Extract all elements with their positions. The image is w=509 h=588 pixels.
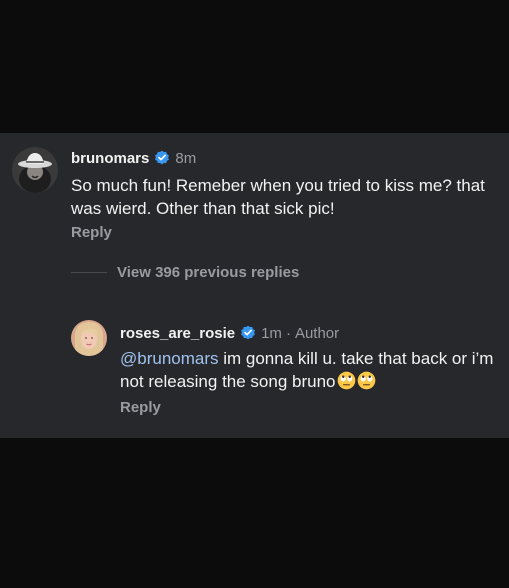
face-with-rolling-eyes-icon [337,371,356,390]
view-previous-replies-button[interactable]: View 396 previous replies [117,264,299,281]
cowboy-hat-avatar-icon [12,147,58,193]
mention-link[interactable]: @brunomars [120,349,219,368]
comment-text: So much fun! Remeber when you tried to k… [71,176,485,218]
reply-text: @brunomars im gonna kill u. take that ba… [120,347,505,393]
reply-button[interactable]: Reply [71,224,112,241]
username[interactable]: roses_are_rosie [120,325,235,342]
blonde-woman-avatar-icon [71,320,107,356]
reply-header: roses_are_rosie 1m · Author [120,323,339,343]
separator: · [285,324,291,342]
avatar[interactable] [12,147,58,193]
timestamp: 8m [175,149,197,167]
comment-header: brunomars 8m [71,148,196,168]
reply-button[interactable]: Reply [120,399,161,416]
avatar[interactable] [71,320,107,356]
verified-badge-icon [240,325,256,341]
author-label: Author [294,324,340,342]
timestamp: 1m [261,324,282,342]
verified-badge-icon [154,150,170,166]
username[interactable]: brunomars [71,150,149,167]
face-with-rolling-eyes-icon [357,371,376,390]
divider-line [71,272,107,273]
